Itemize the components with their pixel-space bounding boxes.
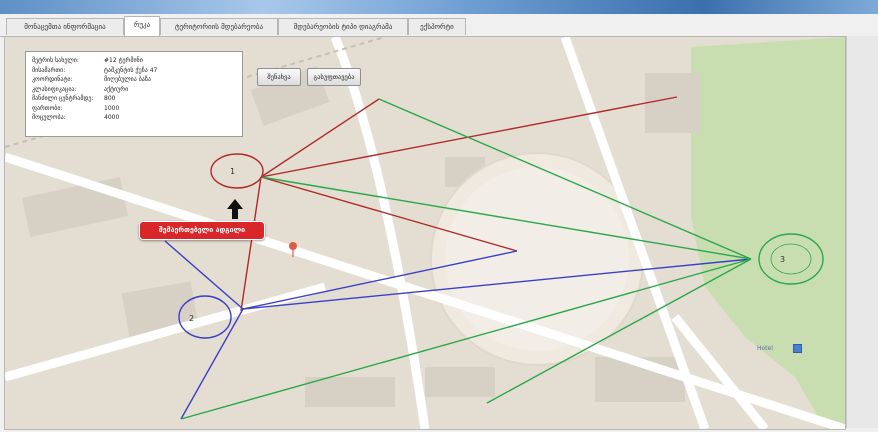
connection-tooltip: შემაერთებელი ადგილი bbox=[139, 221, 265, 240]
hotel-icon[interactable] bbox=[793, 344, 802, 353]
info-key: მეტრის სახელი: bbox=[32, 57, 79, 64]
info-key: ფართობი: bbox=[32, 104, 63, 112]
info-row: მანძილი ცენტრამდე: 800 bbox=[32, 94, 236, 104]
tab-strip: მონაცემთა ინფორმაცია რუკა ტერიტორიის მდე… bbox=[0, 14, 878, 37]
info-panel: მეტრის სახელი: #12 ტერმინი მისამართი: ტაშკ… bbox=[25, 51, 243, 137]
tab-export[interactable]: ექსპორტი bbox=[408, 18, 466, 35]
info-value: #12 ტერმინი bbox=[104, 57, 143, 64]
tab-map[interactable]: რუკა bbox=[124, 16, 160, 37]
info-row: კლასიფიკაცია: აქტიური bbox=[32, 85, 236, 95]
node-2-label: 2 bbox=[189, 314, 194, 323]
info-row: მოცულობა: 4000 bbox=[32, 113, 236, 123]
vertical-scrollbar[interactable] bbox=[846, 36, 878, 428]
save-button[interactable]: შენახვა bbox=[257, 68, 301, 86]
info-value: ტაშკენტის ქუჩა 47 bbox=[104, 66, 158, 74]
info-key: მისამართი: bbox=[32, 66, 66, 74]
info-row: მისამართი: ტაშკენტის ქუჩა 47 bbox=[32, 66, 236, 76]
node-1-label: 1 bbox=[230, 167, 235, 176]
info-value: 1000 bbox=[104, 104, 120, 112]
clear-button[interactable]: გასუფთავება bbox=[307, 68, 361, 86]
tab-data-info[interactable]: მონაცემთა ინფორმაცია bbox=[6, 18, 124, 35]
info-key: კოორდინატი: bbox=[32, 76, 73, 83]
tab-location-type-diagram[interactable]: მდებარეობის ტიპი დიაგრამა bbox=[278, 18, 408, 35]
info-key: კლასიფიკაცია: bbox=[32, 85, 77, 93]
info-value: აქტიური bbox=[104, 85, 129, 93]
map-view[interactable]: 1 2 3 მეტრის სახელი: #12 ტერმინი მისამართ… bbox=[4, 36, 846, 430]
info-key: მანძილი ცენტრამდე: bbox=[32, 95, 94, 102]
info-row: ფართობი: 1000 bbox=[32, 104, 236, 114]
window-titlebar bbox=[0, 0, 878, 14]
node-3-label: 3 bbox=[780, 255, 785, 264]
tab-territory-location[interactable]: ტერიტორიის მდებარეობა bbox=[160, 18, 278, 35]
info-value: 800 bbox=[104, 95, 116, 102]
info-row: კოორდინატი: მიღებულია ბაზა bbox=[32, 75, 236, 85]
info-value: მიღებულია ბაზა bbox=[104, 76, 151, 83]
info-key: მოცულობა: bbox=[32, 114, 66, 121]
hotel-label[interactable]: Hotel bbox=[757, 345, 773, 352]
info-row: მეტრის სახელი: #12 ტერმინი bbox=[32, 56, 236, 66]
info-value: 4000 bbox=[104, 114, 120, 121]
